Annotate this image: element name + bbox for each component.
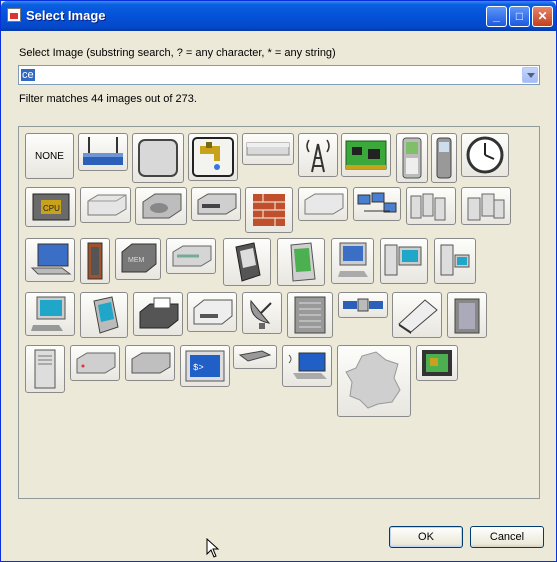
modem-icon[interactable]: [166, 238, 216, 274]
scanner-icon[interactable]: [392, 292, 442, 338]
printer-icon[interactable]: [187, 292, 237, 332]
maximize-button[interactable]: □: [509, 6, 530, 27]
svg-text:CPU: CPU: [43, 204, 60, 213]
hard-disk-icon[interactable]: [135, 187, 187, 225]
filter-status: Filter matches 44 images out of 273.: [19, 93, 197, 105]
ok-button[interactable]: OK: [389, 526, 463, 548]
server-cluster-icon[interactable]: [406, 187, 456, 225]
mouse-pointer-icon: [206, 537, 220, 561]
none-label: NONE: [35, 150, 64, 162]
mainframe-icon[interactable]: [287, 292, 333, 338]
close-icon: ✕: [537, 9, 548, 23]
cpu-icon[interactable]: CPU: [25, 187, 76, 227]
search-combobox[interactable]: ce: [18, 65, 540, 85]
terminal-icon[interactable]: $>: [180, 345, 230, 387]
clock-icon[interactable]: [461, 133, 509, 177]
pda-icon[interactable]: [223, 238, 271, 286]
water-tap-icon[interactable]: [188, 133, 238, 181]
usb-stick-icon[interactable]: [233, 345, 277, 369]
minimize-button[interactable]: _: [486, 6, 507, 27]
switch-icon[interactable]: [298, 187, 348, 221]
antenna-tower-icon[interactable]: [298, 133, 338, 177]
title-bar[interactable]: Select Image _ □ ✕: [1, 1, 556, 31]
firewall-icon[interactable]: [245, 187, 293, 233]
satellite-dish-icon[interactable]: [242, 292, 282, 334]
window-title: Select Image: [26, 8, 106, 23]
image-icon: [7, 8, 21, 22]
select-image-dialog: Select Image _ □ ✕ Select Image (substri…: [0, 0, 557, 562]
maximize-icon: □: [515, 9, 524, 23]
rack-server-icon[interactable]: [80, 238, 110, 284]
desktop-tower-icon[interactable]: [434, 238, 476, 284]
search-input[interactable]: ce: [21, 69, 35, 81]
nas-device-icon[interactable]: [70, 345, 120, 381]
close-button[interactable]: ✕: [532, 6, 553, 27]
france-map-icon[interactable]: [337, 345, 411, 417]
dropdown-button[interactable]: [522, 67, 538, 83]
svg-text:MEM: MEM: [128, 257, 145, 264]
desktop-computer-icon[interactable]: [380, 238, 428, 284]
minimize-icon: _: [493, 9, 500, 23]
cancel-button[interactable]: Cancel: [470, 526, 544, 548]
tape-drive-icon[interactable]: [191, 187, 241, 221]
laptop-icon[interactable]: [25, 238, 75, 282]
hub-icon[interactable]: [242, 133, 294, 165]
image-none[interactable]: NONE: [25, 133, 74, 179]
blank-shape-icon[interactable]: [132, 133, 184, 183]
fax-machine-icon[interactable]: [133, 292, 183, 336]
tablet-icon[interactable]: [277, 238, 325, 286]
storage-unit-icon[interactable]: [125, 345, 175, 381]
workstation-icon[interactable]: [331, 238, 374, 284]
wireless-laptop-icon[interactable]: [282, 345, 332, 387]
circuit-board-icon[interactable]: [341, 133, 391, 177]
memory-module-icon[interactable]: MEM: [115, 238, 161, 280]
mobile-phone-icon[interactable]: [396, 133, 428, 183]
network-device-icon[interactable]: [80, 187, 131, 223]
network-group-icon[interactable]: [353, 187, 401, 221]
network-card-icon[interactable]: [416, 345, 458, 381]
server-cabinet-icon[interactable]: [447, 292, 487, 338]
pc-icon[interactable]: [25, 292, 75, 336]
pocket-pc-icon[interactable]: [80, 292, 128, 338]
tower-server-icon[interactable]: [25, 345, 65, 393]
satellite-icon[interactable]: [338, 292, 388, 318]
image-grid: NONE CPU MEM $>: [18, 126, 540, 499]
svg-text:$>: $>: [193, 363, 204, 373]
cell-phone-icon[interactable]: [431, 133, 457, 183]
server-group-icon[interactable]: [461, 187, 511, 225]
router-icon[interactable]: [78, 133, 128, 171]
search-label: Select Image (substring search, ? = any …: [19, 47, 336, 59]
